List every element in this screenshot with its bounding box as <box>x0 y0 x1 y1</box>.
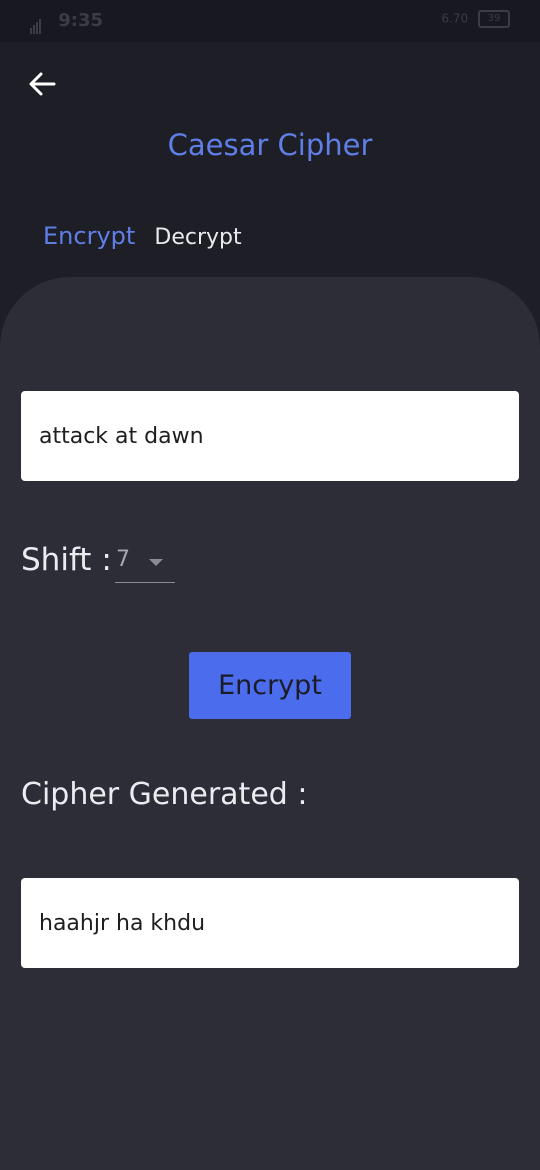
status-bar-left: 9:35 <box>30 10 104 34</box>
cipher-output[interactable]: haahjr ha khdu <box>21 878 519 968</box>
encrypt-button[interactable]: Encrypt <box>189 652 351 719</box>
back-button[interactable] <box>26 68 58 100</box>
shift-value: 7 <box>116 547 130 572</box>
signal-icon <box>30 13 48 34</box>
cipher-label: Cipher Generated : <box>21 777 308 812</box>
shift-label: Shift : <box>21 542 112 578</box>
arrow-left-icon <box>29 72 56 96</box>
tab-decrypt[interactable]: Decrypt <box>154 225 241 250</box>
shift-dropdown[interactable]: 7 <box>115 542 175 583</box>
battery-icon: 39 <box>478 10 510 28</box>
status-bar: 9:35 6.70 39 <box>0 0 540 42</box>
status-time: 9:35 <box>58 10 104 31</box>
network-speed: 6.70 <box>441 11 469 26</box>
plaintext-input[interactable]: attack at dawn <box>21 391 519 481</box>
caret-down-icon <box>149 559 163 566</box>
mode-tabs: Encrypt Decrypt <box>43 222 256 250</box>
tab-encrypt[interactable]: Encrypt <box>43 222 135 250</box>
page-title: Caesar Cipher <box>167 128 373 162</box>
status-bar-right: 6.70 39 <box>441 10 510 28</box>
